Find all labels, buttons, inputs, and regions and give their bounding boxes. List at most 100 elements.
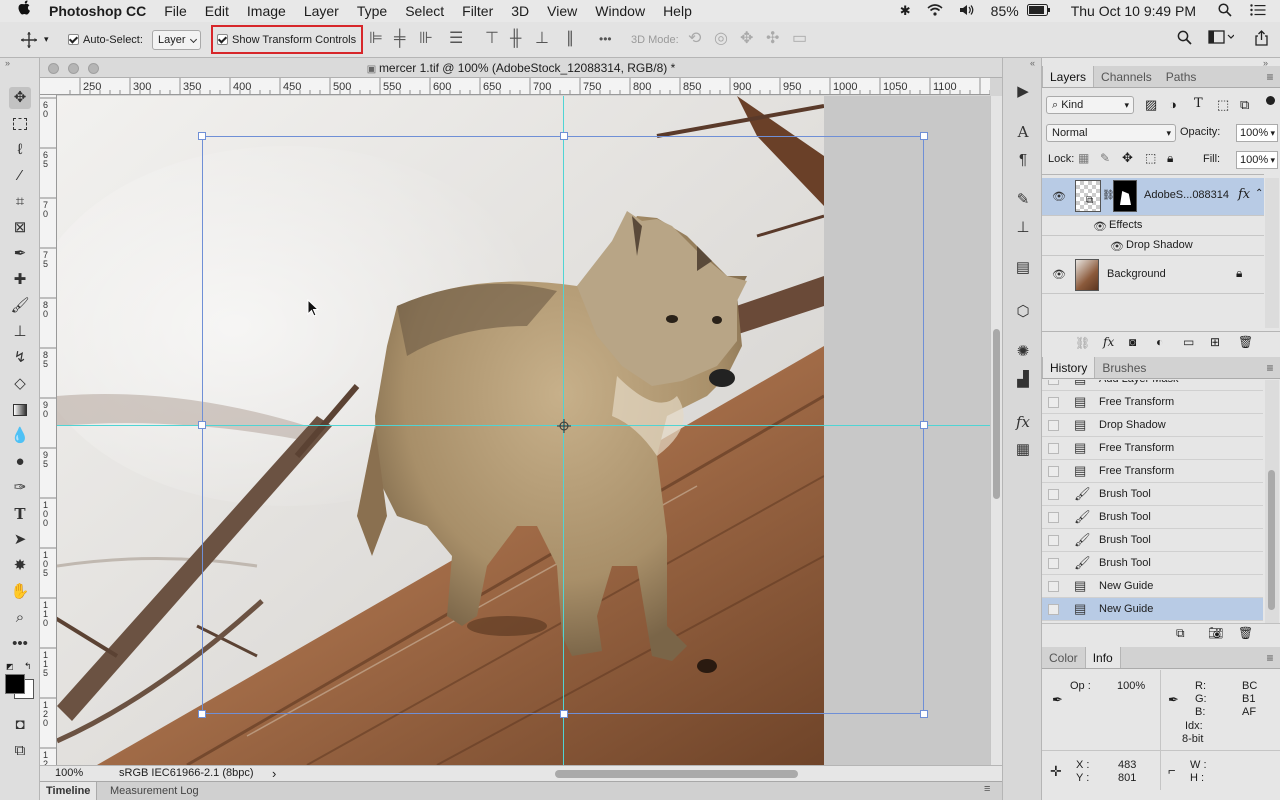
volume-icon[interactable] (951, 3, 983, 19)
close-document-button[interactable] (48, 63, 59, 74)
lock-position-icon[interactable]: ✥ (1122, 150, 1133, 166)
distribute-vertical-icon[interactable]: ∥ (566, 30, 574, 48)
align-horizontal-center-icon[interactable]: ╪ (394, 30, 405, 48)
layer-visibility-eye-icon[interactable]: 👁︎ (1052, 190, 1066, 203)
menu-3d[interactable]: 3D (502, 0, 538, 22)
layers-scrollbar[interactable] (1265, 178, 1279, 328)
move-tool-preset-icon[interactable]: ▾ (20, 22, 49, 57)
pen-tool-icon[interactable]: ✑ (9, 477, 31, 499)
paragraph-icon[interactable]: ¶ (1013, 150, 1033, 170)
link-layers-icon[interactable]: ⛓ (1075, 336, 1090, 350)
actions-icon[interactable]: ▶ (1013, 82, 1033, 102)
clock[interactable]: Thu Oct 10 9:49 PM (1059, 3, 1210, 19)
menu-window[interactable]: Window (586, 0, 654, 22)
zoom-tool-icon[interactable]: ⌕ (9, 607, 31, 629)
search-icon[interactable] (1177, 30, 1192, 50)
horizontal-scroll-thumb[interactable] (555, 770, 798, 778)
vertical-ruler[interactable]: 6065707580859095100105110115120125 (40, 95, 57, 765)
collapse-icon-strip-icon[interactable]: « (1030, 58, 1035, 68)
drop-shadow-eye-icon[interactable]: 👁︎ (1110, 240, 1124, 253)
layer-name[interactable]: AdobeS...088314 (1144, 189, 1229, 201)
healing-brush-tool-icon[interactable]: ✚ (9, 269, 31, 291)
add-mask-icon[interactable]: ◙ (1129, 335, 1136, 349)
dodge-tool-icon[interactable]: ● (9, 451, 31, 473)
drop-shadow-effect-row[interactable]: 👁︎ Drop Shadow (1042, 236, 1264, 256)
lock-pixels-icon[interactable]: ✎ (1100, 151, 1110, 165)
history-item[interactable]: 🖌︎ Brush Tool (1042, 483, 1263, 506)
lock-artboard-icon[interactable]: ⬚ (1145, 151, 1156, 165)
delete-layer-icon[interactable]: 🗑︎ (1238, 335, 1253, 349)
bottom-panel-menu-icon[interactable]: ≡ (984, 783, 990, 795)
filter-pixel-icon[interactable]: ▨ (1145, 97, 1157, 113)
auto-select-checkbox[interactable]: Auto-Select: (68, 22, 143, 57)
history-item[interactable]: ▤ New Guide (1042, 575, 1263, 598)
effects-eye-icon[interactable]: 👁︎ (1093, 220, 1107, 233)
menu-image[interactable]: Image (238, 0, 295, 22)
transform-handle-top-right[interactable] (920, 132, 928, 140)
transform-handle-middle-right[interactable] (920, 421, 928, 429)
history-item[interactable]: 🖌︎ Brush Tool (1042, 552, 1263, 575)
history-item[interactable]: 🖌︎ Brush Tool (1042, 529, 1263, 552)
new-group-icon[interactable]: ▭ (1183, 335, 1194, 349)
path-selection-tool-icon[interactable]: ➤ (9, 529, 31, 551)
share-icon[interactable] (1254, 30, 1269, 51)
collapse-effects-icon[interactable]: ⌃ (1255, 188, 1263, 199)
marquee-tool-icon[interactable] (9, 113, 31, 135)
magic-wand-tool-icon[interactable]: ⁄ (9, 165, 31, 187)
background-visibility-eye-icon[interactable]: 👁︎ (1052, 268, 1066, 281)
vertical-scrollbar[interactable] (990, 96, 1002, 765)
menu-layer[interactable]: Layer (295, 0, 348, 22)
collapse-toolbar-icon[interactable]: » (5, 58, 10, 68)
auto-select-target-dropdown[interactable]: Layer (152, 29, 201, 50)
layer-mask-thumbnail[interactable] (1113, 180, 1137, 212)
battery-icon[interactable] (1026, 3, 1059, 19)
navigator-icon[interactable]: ✺ (1013, 342, 1033, 362)
default-colors-icon[interactable]: ◩ (6, 662, 14, 671)
character-icon[interactable]: A (1013, 122, 1033, 142)
apple-menu-icon[interactable] (0, 0, 45, 22)
transform-handle-middle-left[interactable] (198, 421, 206, 429)
notification-center-icon[interactable] (1240, 3, 1280, 19)
bluetooth-icon[interactable]: ✱ (892, 3, 919, 19)
history-item[interactable]: ▤ Free Transform (1042, 391, 1263, 414)
tab-brushes[interactable]: Brushes (1095, 357, 1153, 378)
3d-icon[interactable]: ⬡ (1013, 302, 1033, 322)
canvas-area[interactable] (57, 96, 990, 765)
screen-mode-icon[interactable]: ⧉ (9, 740, 31, 762)
more-options-icon[interactable]: ••• (599, 30, 612, 48)
add-layer-style-icon[interactable]: fx (1103, 335, 1114, 349)
tab-history[interactable]: History (1042, 357, 1096, 378)
blend-mode-dropdown[interactable]: Normal ▾ (1046, 124, 1176, 142)
transform-reference-point-icon[interactable] (557, 419, 571, 433)
opacity-field[interactable]: 100% ▾ (1236, 124, 1278, 142)
brush-tool-icon[interactable]: 🖌 (9, 295, 31, 317)
layer-fx-icon[interactable]: fx (1238, 187, 1250, 202)
status-menu-arrow-icon[interactable]: › (272, 766, 276, 781)
clone-stamp-tool-icon[interactable]: ⊥ (9, 321, 31, 343)
foreground-color-swatch[interactable] (5, 674, 25, 694)
history-item[interactable]: 🖌︎ Brush Tool (1042, 506, 1263, 529)
transform-handle-bottom-right[interactable] (920, 710, 928, 718)
new-document-from-state-icon[interactable]: ⧉ (1176, 626, 1185, 641)
horizontal-guide[interactable] (57, 425, 990, 426)
blur-tool-icon[interactable]: 💧 (9, 425, 31, 447)
filter-shape-icon[interactable]: ⬚ (1217, 97, 1229, 113)
horizontal-ruler[interactable]: 250 300 350 400 450 500 550 600 650 700 750 800 850 9… (40, 78, 990, 95)
eyedropper-tool-icon[interactable]: ✒ (9, 243, 31, 265)
battery-percent[interactable]: 85% (983, 3, 1027, 19)
menu-filter[interactable]: Filter (453, 0, 502, 22)
menu-help[interactable]: Help (654, 0, 701, 22)
clone-source-icon[interactable]: ⊥ (1013, 218, 1033, 238)
align-bottom-icon[interactable]: ⊥ (535, 30, 549, 48)
eraser-tool-icon[interactable]: ◇ (9, 373, 31, 395)
history-panel-menu-icon[interactable]: ≡ (1260, 357, 1280, 378)
properties-icon[interactable]: ▤ (1013, 258, 1033, 278)
distribute-icon[interactable]: ☰ (449, 30, 463, 48)
history-item[interactable]: ▤ Drop Shadow (1042, 414, 1263, 437)
wifi-icon[interactable] (919, 3, 951, 19)
transform-handle-bottom-left[interactable] (198, 710, 206, 718)
effects-row[interactable]: 👁︎ Effects (1042, 216, 1264, 236)
gradient-tool-icon[interactable] (9, 399, 31, 421)
workspace-switcher-icon[interactable] (1208, 30, 1235, 49)
layers-panel-menu-icon[interactable]: ≡ (1260, 66, 1280, 87)
